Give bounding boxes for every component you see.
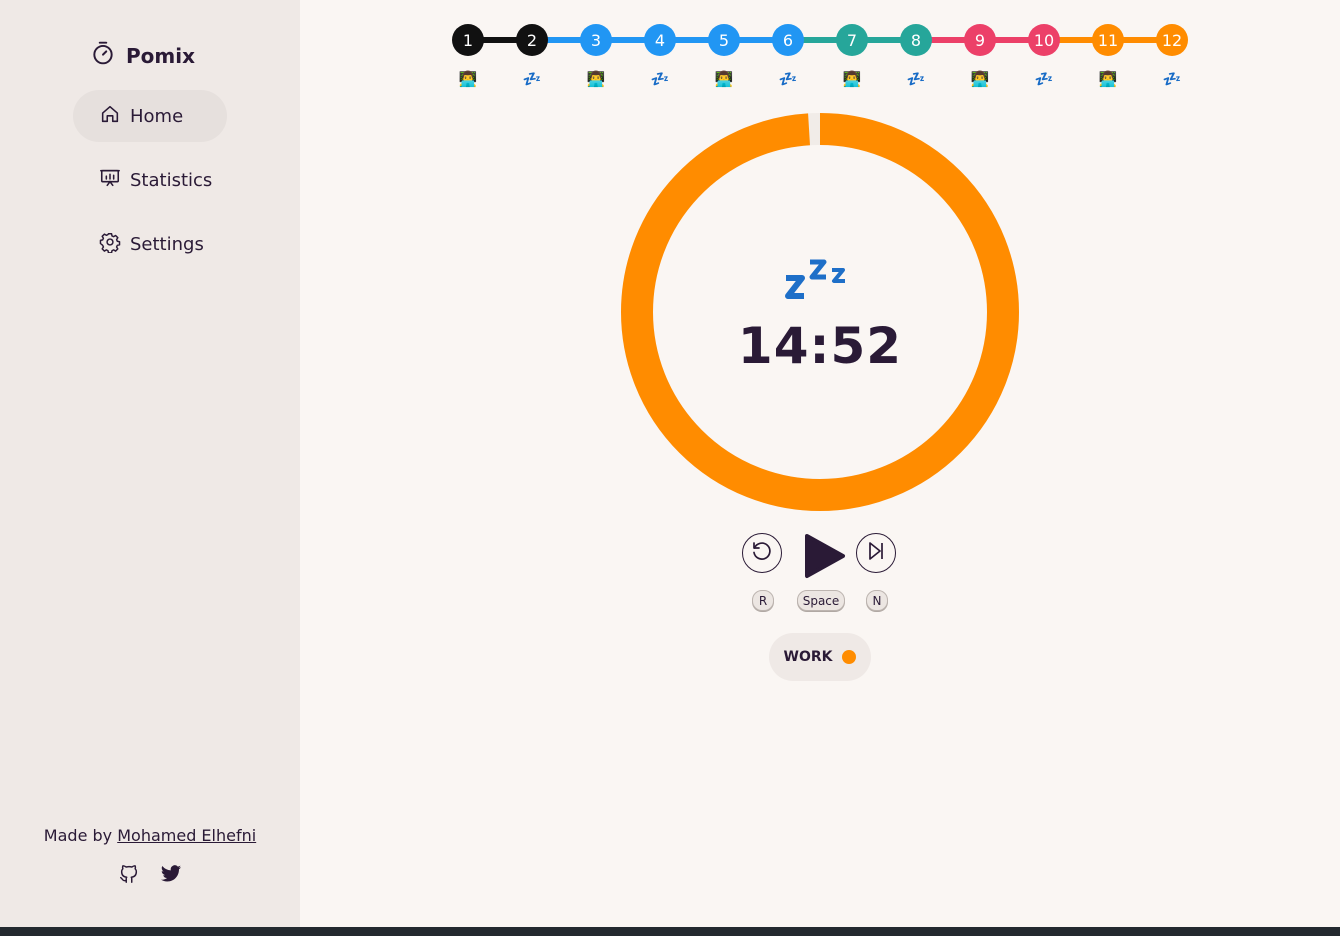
zzz-icon [780,248,860,308]
coder-emoji-icon: 👨‍💻 [458,70,478,88]
step-8: 8 [900,24,932,56]
github-icon[interactable] [117,862,141,886]
sidebar-item-settings[interactable]: Settings [73,218,227,270]
next-shortcut: N [866,590,888,611]
zzz-emoji-icon: 💤 [650,70,670,88]
step-10: 10 [1028,24,1060,56]
sidebar-item-statistics[interactable]: Statistics [73,154,227,206]
social-links [0,862,300,886]
mode-label: WORK [783,649,833,665]
step-12: 12 [1156,24,1188,56]
reset-icon [750,539,774,567]
stopwatch-icon [90,40,116,71]
step-2: 2 [516,24,548,56]
presentation-chart-icon [99,167,121,194]
reset-shortcut: R [752,590,774,611]
sidebar-item-label: Home [130,105,184,127]
coder-emoji-icon: 👨‍💻 [970,70,990,88]
play-shortcut: Space [797,590,845,611]
gear-icon [99,231,121,258]
timer-center: 14:52 [620,112,1020,512]
mode-badge[interactable]: WORK [769,633,871,681]
timer-display: 14:52 [737,317,903,375]
zzz-emoji-icon: 💤 [522,70,542,88]
coder-emoji-icon: 👨‍💻 [714,70,734,88]
sidebar: Pomix Home Statistics Settings Made by M… [0,0,300,927]
zzz-emoji-icon: 💤 [906,70,926,88]
app-root: Pomix Home Statistics Settings Made by M… [0,0,1340,927]
twitter-icon[interactable] [159,862,183,886]
step-6: 6 [772,24,804,56]
play-button[interactable] [803,533,847,579]
play-icon [803,534,847,583]
coder-emoji-icon: 👨‍💻 [842,70,862,88]
step-9: 9 [964,24,996,56]
step-4: 4 [644,24,676,56]
next-button[interactable] [856,533,896,573]
reset-button[interactable] [742,533,782,573]
footer-prefix: Made by [43,826,113,845]
coder-emoji-icon: 👨‍💻 [586,70,606,88]
step-5: 5 [708,24,740,56]
zzz-emoji-icon: 💤 [1034,70,1054,88]
brand-name: Pomix [126,43,195,68]
skip-next-icon [864,539,888,567]
sidebar-item-label: Settings [130,233,204,255]
step-7: 7 [836,24,868,56]
author-link[interactable]: Mohamed Elhefni [117,826,256,845]
session-steps: 1 👨‍💻 2 💤 3 👨‍💻 4 💤 5 👨‍💻 6 💤 7 👨‍💻 8 💤 9 👨‍💻 10 💤 11 👨‍💻 12 💤 [300,0,1340,100]
mode-dot [842,650,857,664]
zzz-emoji-icon: 💤 [1162,70,1182,88]
timer-ring: 14:52 [620,112,1020,512]
coder-emoji-icon: 👨‍💻 [1098,70,1118,88]
step-3: 3 [580,24,612,56]
sidebar-item-label: Statistics [130,169,213,191]
timer-controls: R Space N [742,532,902,622]
zzz-emoji-icon: 💤 [778,70,798,88]
main-content: 1 👨‍💻 2 💤 3 👨‍💻 4 💤 5 👨‍💻 6 💤 7 👨‍💻 8 💤 9 👨‍💻 10 💤 11 👨‍💻 12 💤 … [300,0,1340,927]
step-1: 1 [452,24,484,56]
home-icon [99,103,121,130]
sidebar-footer: Made by Mohamed Elhefni [0,826,300,845]
step-11: 11 [1092,24,1124,56]
sidebar-item-home[interactable]: Home [73,90,227,142]
brand[interactable]: Pomix [90,40,195,71]
